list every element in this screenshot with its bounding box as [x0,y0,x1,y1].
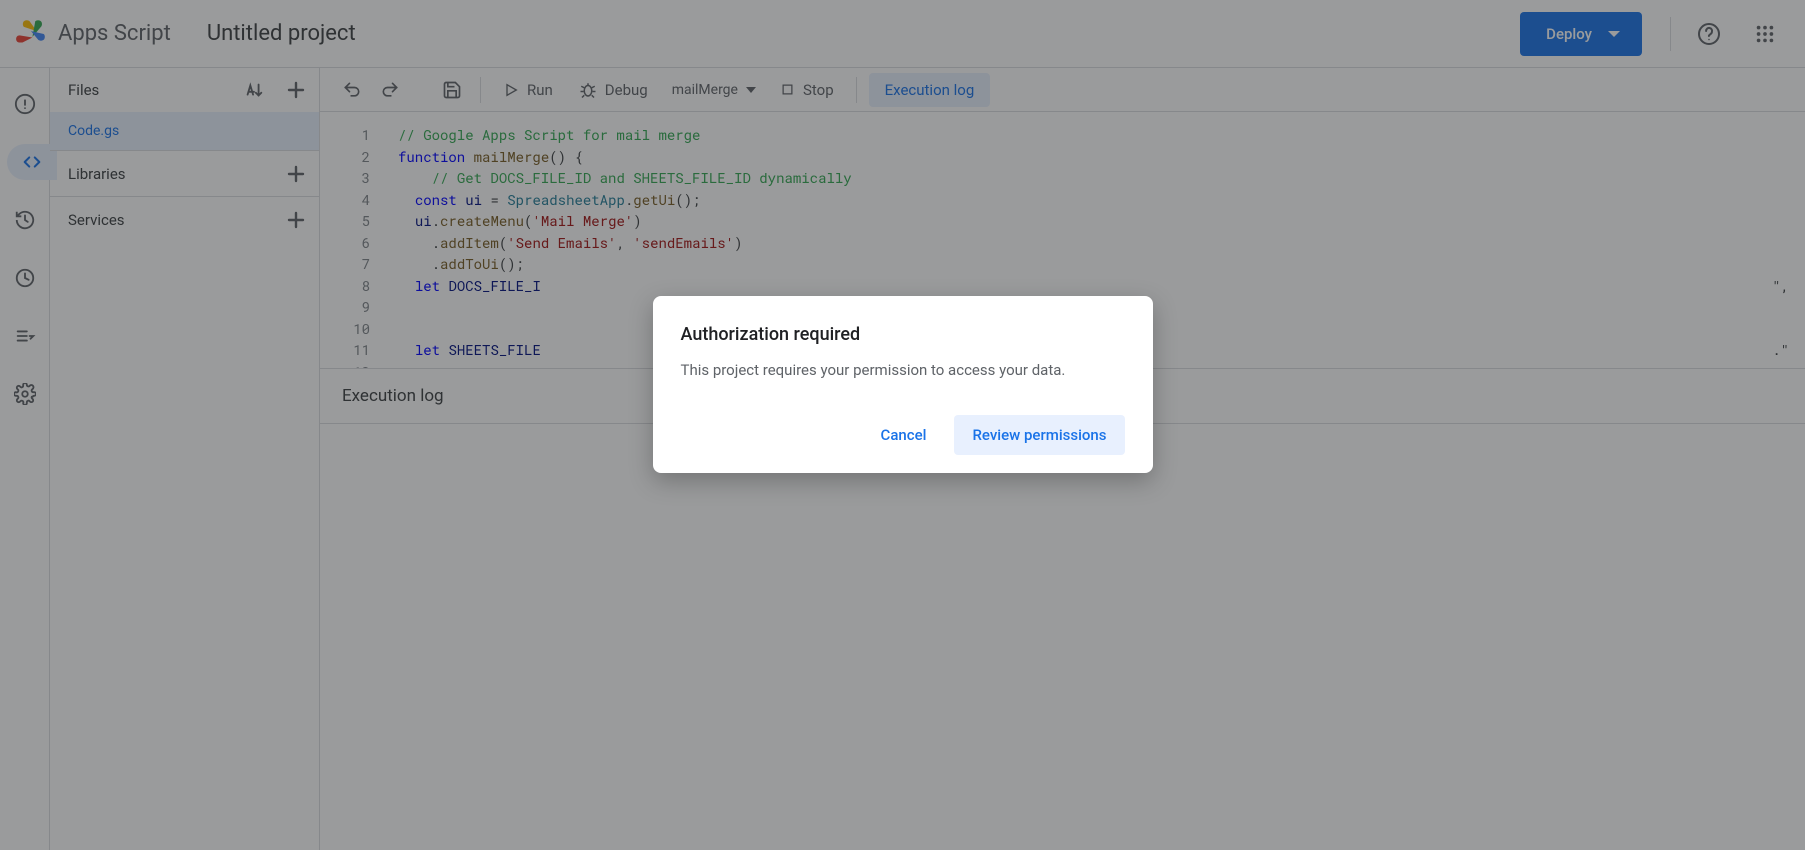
review-permissions-button[interactable]: Review permissions [954,415,1124,455]
authorization-dialog: Authorization required This project requ… [653,296,1153,473]
dialog-title: Authorization required [681,324,1125,345]
modal-scrim[interactable]: Authorization required This project requ… [0,0,1805,850]
dialog-body: This project requires your permission to… [681,361,1125,379]
cancel-button[interactable]: Cancel [863,415,945,455]
dialog-actions: Cancel Review permissions [681,415,1125,455]
